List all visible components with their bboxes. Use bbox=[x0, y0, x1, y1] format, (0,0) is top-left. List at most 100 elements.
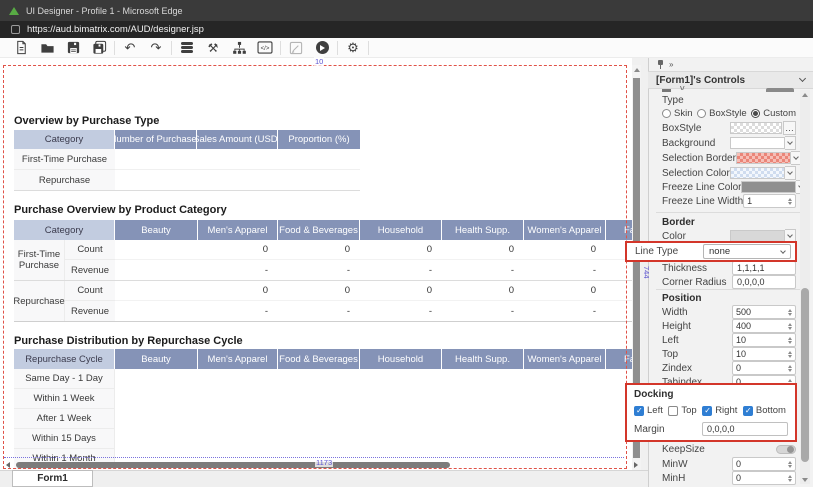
settings-button[interactable]: ⚙ bbox=[340, 39, 366, 57]
corner-radius-row: Corner Radius 0,0,0,0 bbox=[662, 275, 796, 289]
height-row: Height 400 bbox=[662, 319, 796, 333]
dock-top-option[interactable]: Top bbox=[668, 405, 696, 416]
radio-custom[interactable]: Custom bbox=[751, 108, 796, 119]
panel-title: [Form1]'s Controls bbox=[656, 75, 745, 86]
browser-url-bar[interactable]: https://aud.bimatrix.com/AUD/designer.js… bbox=[0, 21, 813, 38]
panel-scroll-up-icon[interactable] bbox=[802, 93, 808, 97]
spinner-icon[interactable] bbox=[788, 461, 792, 468]
table-row: Within 15 Days bbox=[14, 429, 632, 449]
keepsize-toggle[interactable] bbox=[776, 445, 796, 454]
selection-color-swatch[interactable] bbox=[730, 167, 785, 179]
table-overview-by-purchase-type[interactable]: Category Number of Purchases Sales Amoun… bbox=[14, 130, 360, 191]
line-type-dropdown[interactable]: none bbox=[703, 244, 791, 259]
redo-button[interactable]: ↷ bbox=[143, 39, 169, 57]
url-text[interactable]: https://aud.bimatrix.com/AUD/designer.js… bbox=[27, 24, 204, 35]
freeze-line-width-input[interactable]: 1 bbox=[743, 194, 796, 208]
panel-dock-strip: » bbox=[648, 58, 813, 71]
height-input[interactable]: 400 bbox=[732, 319, 796, 333]
background-swatch[interactable] bbox=[730, 137, 785, 149]
save-all-button[interactable] bbox=[86, 39, 112, 57]
width-input[interactable]: 500 bbox=[732, 305, 796, 319]
type-label-row: Type bbox=[662, 93, 796, 107]
cell: 0 bbox=[278, 240, 360, 260]
width-guide-label: 1173 bbox=[315, 458, 333, 467]
radio-label: BoxStyle bbox=[709, 108, 747, 119]
table-purchase-overview-by-product-category[interactable]: Category Beauty Men's Apparel Food & Bev… bbox=[14, 220, 632, 322]
thickness-row: Thickness 1,1,1,1 bbox=[662, 261, 796, 275]
checkbox-label: Left bbox=[647, 405, 663, 416]
table2-group-first-time: First-Time Purchase Count 0 0 0 0 0 Reve… bbox=[14, 240, 632, 281]
thickness-input[interactable]: 1,1,1,1 bbox=[732, 261, 796, 275]
panel-header[interactable]: [Form1]'s Controls bbox=[648, 71, 813, 89]
empty-cells bbox=[115, 149, 360, 170]
left-row: Left 10 bbox=[662, 333, 796, 347]
scroll-up-arrow-icon[interactable] bbox=[634, 68, 640, 72]
spinner-icon[interactable] bbox=[788, 337, 792, 344]
spinner-icon[interactable] bbox=[788, 365, 792, 372]
new-file-button[interactable] bbox=[8, 39, 34, 57]
chevron-down-icon bbox=[780, 248, 786, 254]
margin-input[interactable]: 0,0,0,0 bbox=[702, 422, 788, 436]
boxstyle-more-button[interactable]: … bbox=[783, 121, 796, 135]
chevron-down-icon bbox=[787, 232, 793, 238]
site-icon bbox=[11, 25, 20, 34]
border-section-title: Border bbox=[662, 217, 695, 228]
panel-scrollbar-thumb[interactable] bbox=[801, 288, 809, 462]
radio-skin[interactable]: Skin bbox=[662, 108, 692, 119]
table3-header: Men's Apparel bbox=[198, 349, 278, 369]
panel-scroll-down-icon[interactable] bbox=[802, 478, 808, 482]
background-dropdown-button[interactable] bbox=[785, 136, 796, 150]
table-row: Count 0 0 0 0 0 bbox=[65, 281, 632, 301]
edit-button[interactable] bbox=[283, 39, 309, 57]
cell: 0 bbox=[442, 281, 524, 301]
undo-button[interactable]: ↶ bbox=[117, 39, 143, 57]
code-view-button[interactable]: </> bbox=[252, 39, 278, 57]
open-folder-button[interactable] bbox=[34, 39, 60, 57]
spinner-icon[interactable] bbox=[788, 309, 792, 316]
database-button[interactable] bbox=[174, 39, 200, 57]
width-guide-line bbox=[4, 457, 624, 458]
top-input[interactable]: 10 bbox=[732, 347, 796, 361]
zindex-input[interactable]: 0 bbox=[732, 361, 796, 375]
sitemap-icon bbox=[232, 41, 247, 55]
dock-left-option[interactable]: Left bbox=[634, 405, 663, 416]
selection-color-dropdown-button[interactable] bbox=[785, 166, 796, 180]
scroll-right-arrow-icon[interactable] bbox=[634, 462, 638, 468]
scroll-left-arrow-icon[interactable] bbox=[6, 462, 10, 468]
save-button[interactable] bbox=[60, 39, 86, 57]
height-guide-label: 744 bbox=[642, 266, 651, 279]
radio-boxstyle[interactable]: BoxStyle bbox=[697, 108, 747, 119]
cell: 0 bbox=[198, 281, 278, 301]
sitemap-button[interactable] bbox=[226, 39, 252, 57]
selection-border-swatch[interactable] bbox=[736, 152, 791, 164]
left-input[interactable]: 10 bbox=[732, 333, 796, 347]
pin-icon[interactable] bbox=[658, 60, 663, 69]
build-tools-button[interactable]: ⚒ bbox=[200, 39, 226, 57]
sub-row-label: Count bbox=[65, 240, 115, 260]
collapse-chevrons-icon[interactable]: » bbox=[669, 61, 673, 69]
chevron-down-icon[interactable] bbox=[799, 75, 806, 82]
spinner-icon[interactable] bbox=[788, 351, 792, 358]
design-canvas[interactable]: Overview by Purchase Type Category Numbe… bbox=[0, 58, 632, 470]
row-label: After 1 Week bbox=[14, 409, 115, 429]
corner-radius-input[interactable]: 0,0,0,0 bbox=[732, 275, 796, 289]
canvas-horizontal-scrollbar-thumb[interactable] bbox=[16, 462, 450, 468]
minh-input[interactable]: 0 bbox=[732, 471, 796, 485]
spinner-icon[interactable] bbox=[788, 475, 792, 482]
dock-bottom-option[interactable]: Bottom bbox=[743, 405, 786, 416]
spinner-icon[interactable] bbox=[788, 198, 792, 205]
toolbar-separator bbox=[114, 41, 115, 55]
new-file-icon bbox=[14, 40, 29, 55]
boxstyle-swatch[interactable] bbox=[730, 122, 782, 134]
freeze-line-color-swatch[interactable] bbox=[741, 181, 796, 193]
top-label: Top bbox=[662, 349, 678, 360]
table2-header: Women's Apparel bbox=[524, 220, 606, 240]
tab-form1[interactable]: Form1 bbox=[12, 470, 93, 487]
run-button[interactable] bbox=[309, 39, 335, 57]
cell: - bbox=[360, 260, 442, 280]
spinner-icon[interactable] bbox=[788, 323, 792, 330]
table-purchase-distribution-by-repurchase-cycle[interactable]: Repurchase Cycle Beauty Men's Apparel Fo… bbox=[14, 349, 632, 469]
toolbar-separator bbox=[171, 41, 172, 55]
minw-input[interactable]: 0 bbox=[732, 457, 796, 471]
dock-right-option[interactable]: Right bbox=[702, 405, 737, 416]
